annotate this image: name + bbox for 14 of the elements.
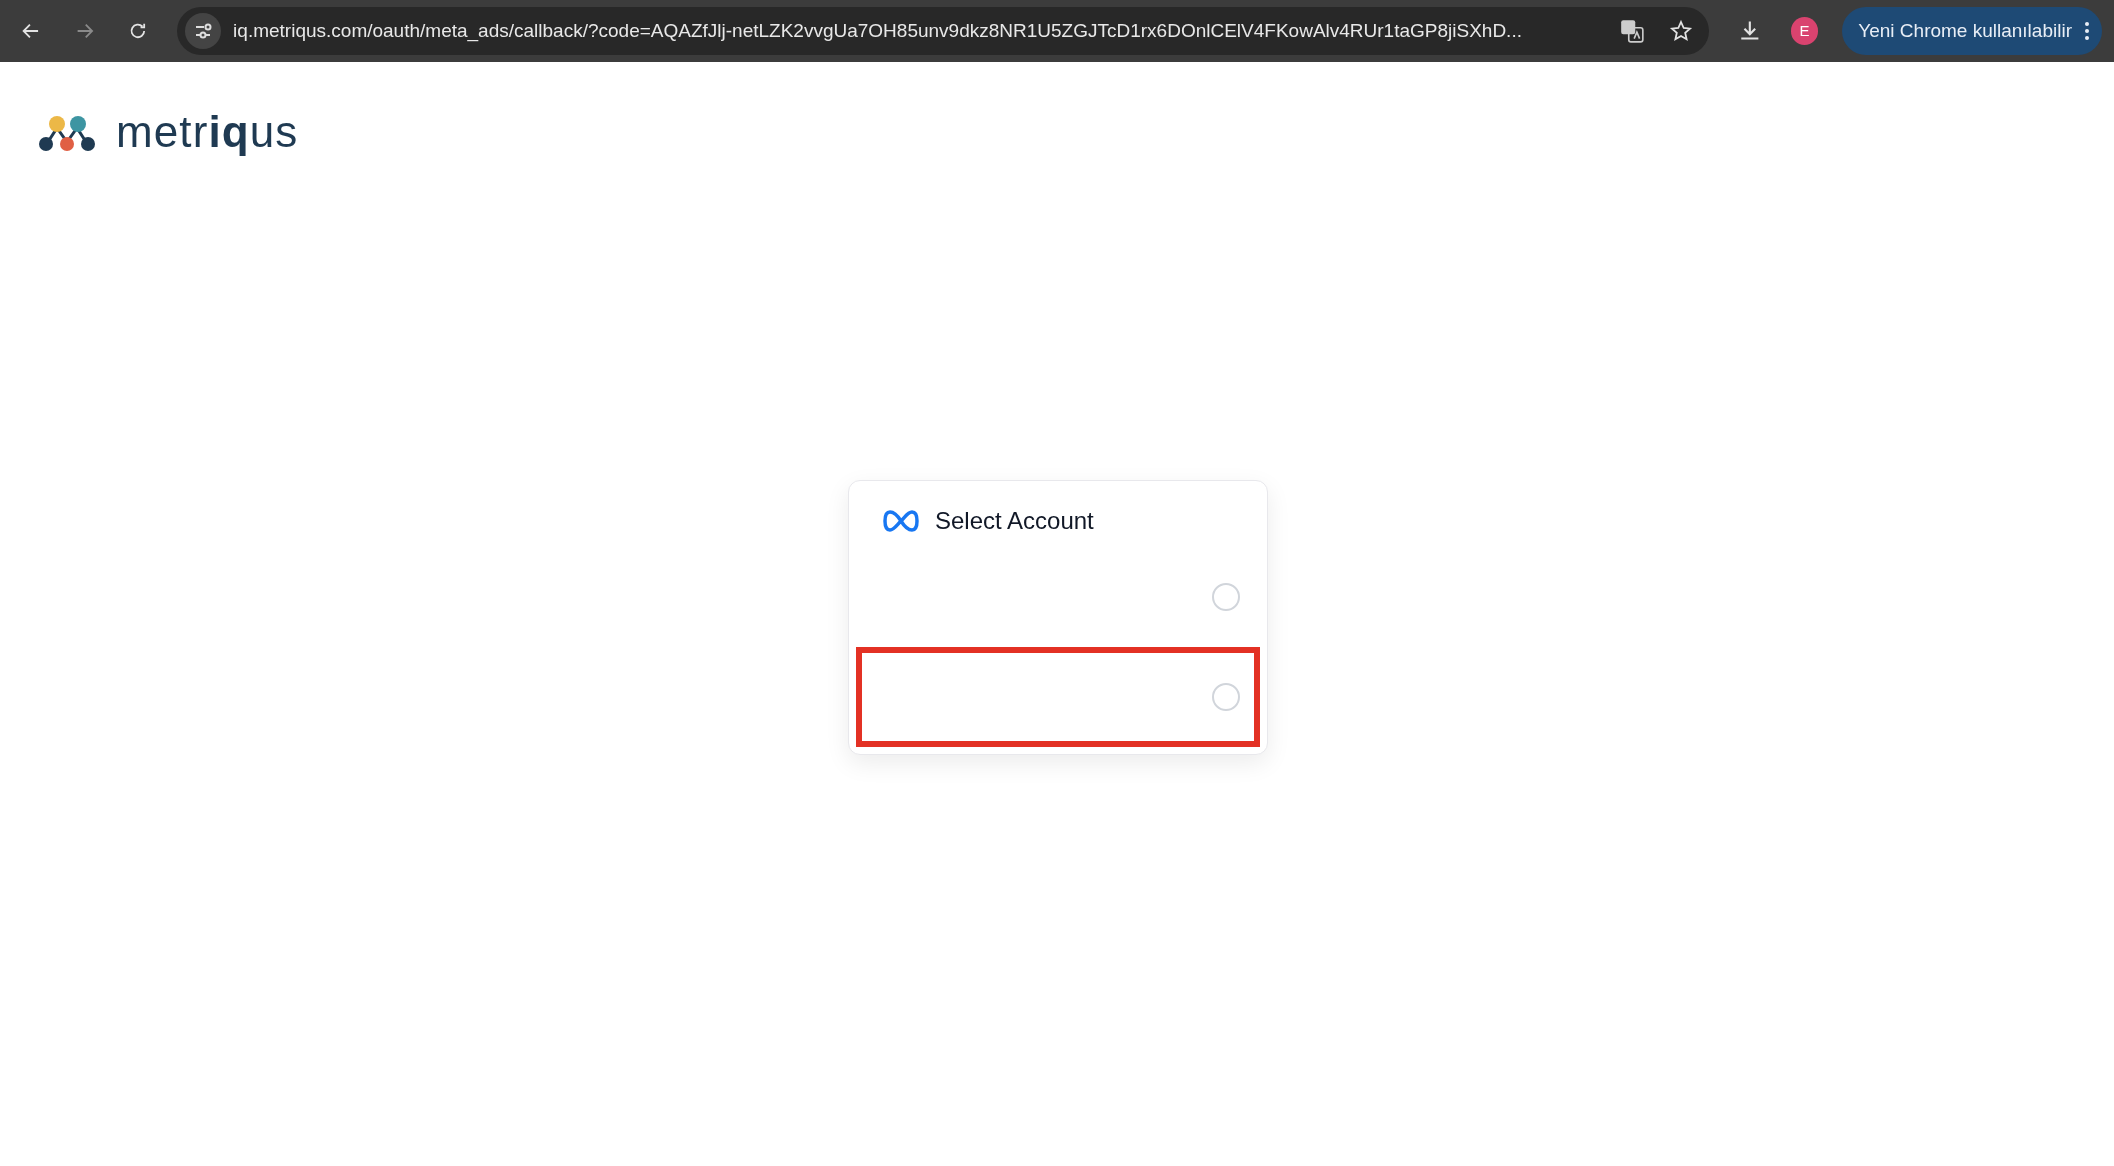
- star-icon[interactable]: [1669, 19, 1693, 43]
- url-text: iq.metriqus.com/oauth/meta_ads/callback/?code=AQAZfJlj-netLZK2vvgUa7OH85unv9dkz8NR1U5ZGJTcD1rx6DOnlCElV4FKowAlv4RUr1taGP8jiSXhD...: [233, 18, 1523, 44]
- chrome-update-button[interactable]: Yeni Chrome kullanılabilir: [1842, 7, 2102, 55]
- account-option[interactable]: [856, 647, 1260, 747]
- site-settings-icon[interactable]: [185, 13, 222, 49]
- radio-button[interactable]: [1212, 583, 1240, 611]
- dialog-title: Select Account: [935, 506, 1094, 536]
- infinity-icon: [883, 510, 919, 532]
- profile-avatar[interactable]: E: [1790, 17, 1819, 45]
- translate-icon[interactable]: [1619, 18, 1645, 44]
- radio-button[interactable]: [1212, 683, 1240, 711]
- logo-wordmark: metriqus: [116, 110, 299, 154]
- more-icon: [2083, 21, 2090, 41]
- address-bar[interactable]: iq.metriqus.com/oauth/meta_ads/callback/?code=AQAZfJlj-netLZK2vvgUa7OH85unv9dkz8NR1U5ZGJTcD1rx6DOnlCElV4FKowAlv4RUr1taGP8jiSXhD...: [177, 7, 1709, 55]
